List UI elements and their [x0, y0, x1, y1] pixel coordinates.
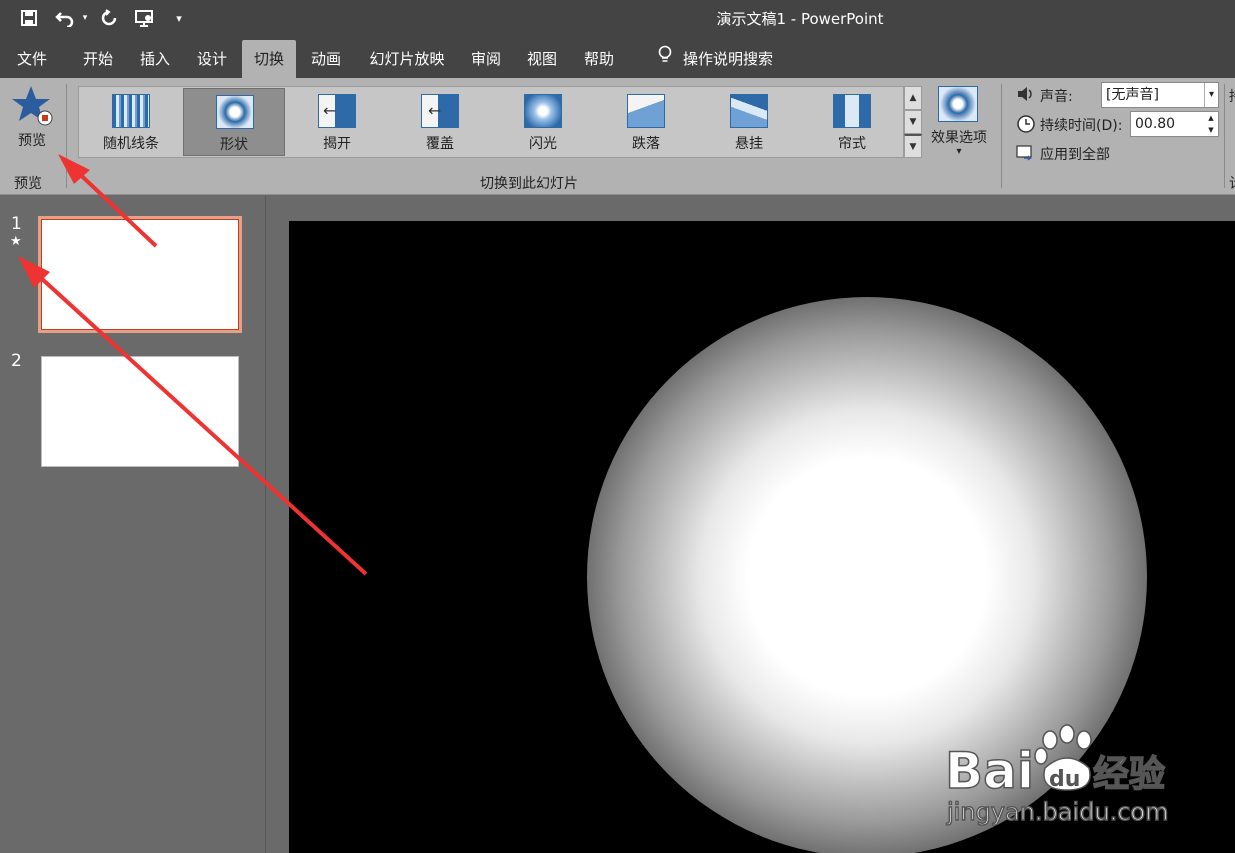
- transition-label: 悬挂: [735, 136, 763, 152]
- tab-insert[interactable]: 插入: [131, 40, 179, 78]
- transition-uncover[interactable]: ← 揭开: [286, 88, 388, 156]
- curtains-icon: [833, 94, 871, 128]
- apply-to-all-button[interactable]: 应用到全部: [1016, 141, 1122, 165]
- duration-label: 持续时间(D):: [1040, 118, 1123, 134]
- spin-up-icon[interactable]: ▲: [1204, 112, 1218, 124]
- tab-help[interactable]: 帮助: [575, 40, 623, 78]
- transition-curtains[interactable]: 帘式: [801, 88, 903, 156]
- gallery-more-icon[interactable]: ▼: [904, 134, 922, 158]
- transition-flash[interactable]: 闪光: [492, 88, 594, 156]
- transition-label: 揭开: [323, 136, 351, 152]
- tab-transitions[interactable]: 切换: [242, 40, 296, 78]
- truncated-group-label: 持: [1229, 86, 1235, 106]
- cover-icon: ←: [421, 94, 459, 128]
- tab-design[interactable]: 设计: [188, 40, 236, 78]
- transition-label: 跌落: [632, 136, 660, 152]
- duration-value: 00.80: [1135, 116, 1176, 132]
- tab-slideshow[interactable]: 幻灯片放映: [362, 40, 452, 78]
- ribbon-tab-bar: 文件 开始 插入 设计 切换 动画 幻灯片放映 审阅 视图 帮助 操作说明搜索: [0, 36, 1235, 78]
- apply-to-all-icon: [1016, 144, 1036, 166]
- gallery-scroll-down-icon[interactable]: ▼: [904, 110, 922, 134]
- preview-star-icon: [12, 84, 54, 132]
- transition-label: 随机线条: [103, 136, 159, 152]
- effect-options-icon: [938, 86, 978, 122]
- transition-label: 帘式: [838, 136, 866, 152]
- panel-divider[interactable]: [265, 196, 266, 853]
- transition-drape[interactable]: 悬挂: [698, 88, 800, 156]
- shape-icon: [216, 95, 254, 129]
- transition-fall-over[interactable]: 跌落: [595, 88, 697, 156]
- duration-spinner[interactable]: 00.80 ▲ ▼: [1130, 111, 1219, 137]
- sound-dropdown[interactable]: [无声音] ▾: [1101, 82, 1219, 108]
- effect-options-button[interactable]: 效果选项 ▾: [926, 84, 992, 168]
- effect-options-arrow-icon: ▾: [956, 146, 962, 157]
- slide-thumbnail-1[interactable]: [38, 216, 242, 333]
- group-separator: [66, 84, 67, 188]
- svg-text:jingyan.baidu.com: jingyan.baidu.com: [946, 798, 1168, 826]
- effect-options-label: 效果选项: [931, 130, 987, 146]
- transition-gallery: 随机线条 形状 ← 揭开 ← 覆盖 闪光 跌落 悬挂 帘式: [78, 86, 904, 158]
- slide-thumbnail-panel: 1 ★ 2: [0, 196, 265, 853]
- preview-group-label: 预览: [14, 176, 42, 192]
- baidu-jingyan-watermark: Bai du 经验 jingyan.baidu.com: [945, 720, 1175, 830]
- gallery-scroll-up-icon[interactable]: ▲: [904, 86, 922, 110]
- preview-label: 预览: [18, 133, 46, 149]
- ribbon-transitions: 预览 预览 随机线条 形状 ← 揭开 ← 覆盖 闪光 跌落 悬挂 帘式 ▲ ▼ …: [0, 78, 1235, 195]
- transitions-group-label: 切换到此幻灯片: [480, 176, 578, 192]
- tab-animations[interactable]: 动画: [302, 40, 350, 78]
- transition-label: 覆盖: [426, 136, 454, 152]
- sound-value: [无声音]: [1106, 87, 1159, 103]
- group-separator: [1224, 84, 1225, 188]
- transition-label: 形状: [220, 137, 248, 153]
- svg-text:Bai: Bai: [945, 742, 1034, 800]
- slide-thumbnail-2[interactable]: [41, 356, 239, 467]
- transition-random-bars[interactable]: 随机线条: [80, 88, 182, 156]
- slide-number: 1: [11, 214, 22, 234]
- slide-number: 2: [11, 351, 22, 371]
- svg-text:经验: 经验: [1093, 754, 1165, 795]
- clock-icon: [1016, 114, 1036, 138]
- drape-icon: [730, 94, 768, 128]
- transition-shape[interactable]: 形状: [183, 88, 285, 156]
- random-bars-icon: [112, 94, 150, 128]
- group-separator: [1001, 84, 1002, 188]
- uncover-icon: ←: [318, 94, 356, 128]
- tab-review[interactable]: 审阅: [462, 40, 510, 78]
- truncated-group-label: 计: [1229, 173, 1235, 193]
- window-title: 演示文稿1 - PowerPoint: [716, 10, 884, 28]
- transition-label: 闪光: [529, 136, 557, 152]
- tab-home[interactable]: 开始: [74, 40, 122, 78]
- transition-cover[interactable]: ← 覆盖: [389, 88, 491, 156]
- baidu-paw-logo: Bai du 经验 jingyan.baidu.com: [945, 724, 1169, 827]
- tell-me-label: 操作说明搜索: [682, 50, 773, 68]
- tell-me-search[interactable]: 操作说明搜索: [640, 40, 790, 78]
- fall-over-icon: [627, 94, 665, 128]
- tab-view[interactable]: 视图: [518, 40, 566, 78]
- chevron-down-icon: ▾: [1204, 83, 1218, 107]
- lightbulb-icon: [657, 41, 673, 79]
- spin-down-icon[interactable]: ▼: [1204, 124, 1218, 136]
- preview-button[interactable]: 预览: [6, 82, 58, 160]
- flash-icon: [524, 94, 562, 128]
- title-bar: ▾ ▾ 演示文稿1 - PowerPoint: [0, 0, 1235, 36]
- tab-file[interactable]: 文件: [8, 40, 56, 78]
- svg-text:du: du: [1049, 767, 1080, 792]
- apply-to-all-label: 应用到全部: [1040, 147, 1110, 163]
- sound-icon: [1016, 85, 1036, 107]
- transition-star-icon[interactable]: ★: [10, 234, 22, 249]
- sound-label: 声音:: [1040, 89, 1073, 105]
